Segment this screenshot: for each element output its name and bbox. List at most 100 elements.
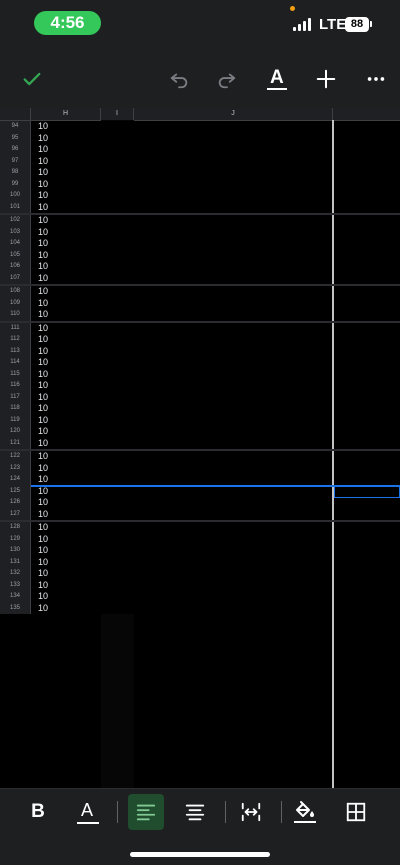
fill-color-icon[interactable] [287, 794, 323, 830]
row-number[interactable]: 119 [0, 414, 31, 426]
cell-i[interactable] [101, 403, 134, 415]
row-number[interactable]: 112 [0, 334, 31, 346]
cell-j[interactable] [134, 415, 331, 427]
cell-h[interactable]: 10 [38, 179, 102, 191]
row-number[interactable]: 110 [0, 309, 31, 321]
row-number[interactable]: 117 [0, 391, 31, 403]
cell-h[interactable]: 10 [38, 202, 102, 214]
row-number[interactable]: 107 [0, 272, 31, 284]
cell-j[interactable] [134, 463, 331, 475]
table-row[interactable]: 124 10 [0, 474, 400, 486]
row-number[interactable]: 126 [0, 497, 31, 509]
row-number[interactable]: 98 [0, 167, 31, 179]
table-row[interactable]: 99 10 [0, 178, 400, 191]
table-row[interactable]: 116 10 [0, 380, 400, 392]
cell-i[interactable] [101, 286, 134, 298]
cell-h[interactable]: 10 [38, 591, 102, 603]
cell-j[interactable] [134, 580, 331, 592]
cell-i[interactable] [101, 368, 134, 380]
cell-k[interactable] [335, 438, 400, 450]
table-row[interactable]: 134 10 [0, 591, 400, 603]
cell-i[interactable] [101, 272, 134, 284]
cell-k[interactable] [335, 369, 400, 381]
row-number[interactable]: 97 [0, 155, 31, 167]
cell-i[interactable] [101, 391, 134, 403]
cell-j[interactable] [134, 227, 331, 239]
cell-k[interactable] [335, 415, 400, 427]
table-row[interactable]: 104 10 [0, 238, 400, 250]
cell-j[interactable] [134, 568, 331, 580]
bold-icon[interactable]: B [20, 794, 56, 830]
cell-k[interactable] [335, 250, 400, 262]
row-number[interactable]: 122 [0, 451, 31, 463]
row-number[interactable]: 116 [0, 380, 31, 392]
cell-i[interactable] [101, 545, 134, 557]
cell-k[interactable] [335, 557, 400, 569]
table-row[interactable]: 94 10 [0, 121, 400, 133]
cell-h[interactable]: 10 [38, 380, 102, 392]
cell-k[interactable] [335, 190, 400, 202]
row-number[interactable]: 105 [0, 249, 31, 261]
row-number[interactable]: 108 [0, 286, 31, 298]
cell-j[interactable] [134, 474, 331, 486]
row-number[interactable]: 120 [0, 426, 31, 438]
spreadsheet-grid[interactable]: H I J 94 10 95 10 96 10 97 10 98 10 99 10 100 10 101 10… [0, 108, 400, 788]
cell-k[interactable] [335, 179, 400, 191]
redo-icon[interactable] [207, 52, 247, 106]
cell-i[interactable] [101, 309, 134, 321]
table-row[interactable]: 111 10 [0, 320, 400, 334]
table-row[interactable]: 109 10 [0, 297, 400, 310]
cell-i[interactable] [101, 249, 134, 261]
cell-h[interactable]: 10 [38, 286, 102, 298]
more-icon[interactable] [356, 52, 396, 106]
cell-h[interactable]: 10 [38, 403, 102, 415]
cell-i[interactable] [101, 215, 134, 227]
row-number[interactable]: 114 [0, 357, 31, 369]
cell-k[interactable] [335, 357, 400, 369]
cell-i[interactable] [101, 426, 134, 438]
cell-j[interactable] [134, 215, 331, 227]
cell-k[interactable] [335, 273, 400, 285]
cell-k[interactable] [335, 426, 400, 438]
row-number[interactable]: 133 [0, 579, 31, 591]
cell-j[interactable] [134, 309, 331, 321]
table-row[interactable]: 113 10 [0, 345, 400, 357]
cell-h[interactable]: 10 [38, 238, 102, 250]
table-row[interactable]: 97 10 [0, 155, 400, 167]
cell-i[interactable] [101, 380, 134, 392]
column-header-j[interactable]: J [134, 108, 333, 120]
row-number[interactable]: 135 [0, 602, 31, 614]
cell-i[interactable] [101, 533, 134, 545]
cell-i[interactable] [101, 297, 134, 309]
cell-j[interactable] [134, 298, 331, 310]
table-row[interactable]: 127 10 [0, 508, 400, 520]
cell-j[interactable] [134, 261, 331, 273]
table-row[interactable]: 115 10 [0, 368, 400, 381]
row-number[interactable]: 132 [0, 568, 31, 580]
table-row[interactable]: 128 10 [0, 520, 400, 534]
cell-j[interactable] [134, 167, 331, 179]
table-row[interactable]: 112 10 [0, 334, 400, 346]
column-header-h[interactable]: H [31, 108, 101, 120]
cell-h[interactable]: 10 [38, 144, 102, 156]
add-icon[interactable] [306, 52, 346, 106]
cell-j[interactable] [134, 380, 331, 392]
table-row[interactable]: 98 10 [0, 167, 400, 179]
cell-h[interactable]: 10 [38, 273, 102, 285]
cell-h[interactable]: 10 [38, 215, 102, 227]
wrap-text-icon[interactable] [233, 794, 269, 830]
table-row[interactable]: 121 10 [0, 437, 400, 450]
cell-k[interactable] [335, 603, 400, 615]
table-row[interactable]: 117 10 [0, 391, 400, 404]
cell-j[interactable] [134, 545, 331, 557]
cell-k[interactable] [335, 298, 400, 310]
cell-j[interactable] [134, 144, 331, 156]
cell-k[interactable] [335, 392, 400, 404]
cell-k[interactable] [335, 202, 400, 214]
row-number[interactable]: 106 [0, 261, 31, 273]
cell-i[interactable] [101, 121, 134, 133]
cell-k[interactable] [335, 121, 400, 133]
cell-i[interactable] [101, 474, 134, 486]
cell-j[interactable] [134, 591, 331, 603]
row-number[interactable]: 125 [0, 485, 31, 497]
